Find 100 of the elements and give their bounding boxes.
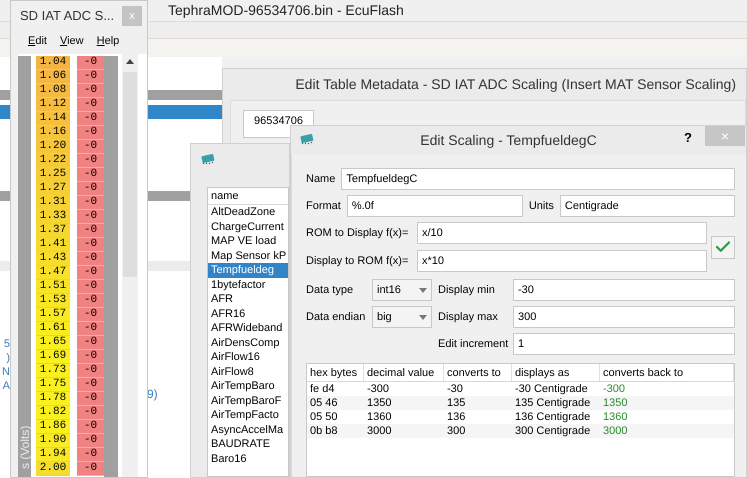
table-cell: -0: [77, 280, 104, 294]
table-cell: -0: [77, 420, 104, 434]
field-label: Name: [306, 172, 336, 187]
name-field[interactable]: TempfueldegC: [341, 168, 735, 190]
list-item[interactable]: AltDeadZone: [208, 205, 288, 220]
list-item[interactable]: AirDensComp: [208, 336, 288, 350]
table-cell-text: 135: [446, 396, 466, 410]
menu-item[interactable]: View: [60, 32, 84, 50]
axis-cell: 1.14: [36, 112, 70, 126]
dropdown[interactable]: big: [372, 306, 432, 328]
table-cell-text: 300: [446, 424, 466, 438]
table-cell: -0: [77, 392, 104, 406]
axis-cell: 1.78: [36, 392, 70, 406]
dropdown[interactable]: int16: [372, 279, 432, 301]
help-button[interactable]: ?: [684, 128, 692, 148]
table-cell-text: 1350: [366, 396, 392, 410]
table-cell-text: 05 50: [309, 410, 339, 424]
link-text: A: [2, 379, 10, 393]
table-cell: -0: [77, 210, 104, 224]
axis-cell: 1.06: [36, 70, 70, 84]
column-header: hex bytes: [307, 364, 364, 381]
field-label: Display min: [438, 282, 496, 298]
window-title: Edit Table Metadata - SD IAT ADC Scaling (Insert MAT Sensor Scaling): [295, 75, 736, 94]
format-field[interactable]: %.0f: [346, 195, 523, 217]
table-cell: -0: [77, 364, 104, 378]
table-cell: -0: [77, 252, 104, 266]
list-item[interactable]: AirTempBaroF: [208, 394, 288, 408]
axis-cell: 1.27: [36, 182, 70, 196]
formula-field[interactable]: x/10: [417, 222, 707, 244]
table-cell-text: 136 Centigrade: [514, 410, 592, 424]
chip-icon: [299, 133, 315, 145]
column-header: displays as: [512, 364, 600, 381]
field-label: Format: [306, 198, 341, 214]
window-title: TephraMOD-96534706.bin - EcuFlash: [168, 0, 404, 20]
table-cell: -0: [77, 266, 104, 280]
table-cell-text: 1360: [602, 410, 628, 424]
table-cell: -0: [77, 238, 104, 252]
list-item[interactable]: Map Sensor kP: [208, 248, 288, 263]
scroll-thumb[interactable]: [123, 72, 137, 277]
list-item[interactable]: 1bytefactor: [208, 278, 288, 292]
formula-field[interactable]: x*10: [417, 250, 707, 272]
list-item[interactable]: AirFlow8: [208, 364, 288, 379]
table-cell: -0: [77, 126, 104, 140]
table-cell-text: 3000: [366, 424, 392, 438]
axis-cell: 1.90: [36, 434, 70, 448]
table-cell: -0: [77, 98, 104, 112]
dialog-title: Edit Scaling - TempfueldegC: [420, 130, 597, 150]
table-cell: -0: [77, 70, 104, 84]
display-max-field[interactable]: 300: [513, 306, 735, 328]
column-header: converts to: [444, 364, 512, 381]
table-cell-text: -300: [366, 382, 390, 396]
table-cell-text: -300: [602, 382, 626, 396]
table-cell: -0: [77, 112, 104, 126]
list-item[interactable]: MAP VE load: [208, 234, 288, 248]
table-cell-text: 136: [446, 410, 466, 424]
units-field[interactable]: Centigrade: [560, 195, 735, 217]
table-cell: -0: [77, 224, 104, 238]
axis-cell: 1.08: [36, 84, 70, 98]
menu-item[interactable]: Help: [96, 32, 120, 50]
list-item[interactable]: AsyncAccelMa: [208, 422, 288, 437]
list-item[interactable]: AFRWideband: [208, 321, 288, 336]
increment-field[interactable]: 1: [513, 333, 735, 355]
list-item[interactable]: AirFlow16: [208, 350, 288, 364]
table-cell: -0: [77, 322, 104, 336]
axis-cell: 1.41: [36, 238, 70, 252]
link-text: 5: [4, 337, 10, 351]
axis-cell: 1.47: [36, 266, 70, 280]
table-cell: -0: [77, 336, 104, 350]
table-cell: -0: [77, 56, 104, 70]
list-item[interactable]: AFR16: [208, 306, 288, 321]
chip-icon: [200, 153, 216, 165]
table-cell: -0: [77, 448, 104, 462]
column-header: name: [208, 188, 288, 205]
caret-icon: [419, 314, 427, 320]
table-cell-text: -30 Centigrade: [514, 382, 589, 396]
window-title: SD IAT ADC S...: [20, 7, 114, 26]
list-item[interactable]: AirTempFacto: [208, 408, 288, 422]
table-cell-text: 05 46: [309, 396, 339, 410]
axis-cell: 1.37: [36, 224, 70, 238]
list-item[interactable]: Baro16: [208, 452, 288, 466]
axis-cell: 1.33: [36, 210, 70, 224]
field-label: Units: [528, 198, 554, 214]
table-cell-text: 1350: [602, 396, 628, 410]
axis-cell: 1.43: [36, 252, 70, 266]
list-item[interactable]: AirTempBaro: [208, 379, 288, 394]
list-item[interactable]: BAUDRATE: [208, 437, 288, 452]
axis-cell: 2.00: [36, 462, 70, 476]
axis-cell: 1.04: [36, 56, 70, 70]
validate-button[interactable]: [711, 236, 735, 258]
list-item[interactable]: AFR: [208, 292, 288, 306]
table-cell: -0: [77, 140, 104, 154]
list-item[interactable]: Tempfueldeg: [208, 263, 288, 278]
menu-item[interactable]: Edit: [28, 32, 47, 50]
scrollbar[interactable]: [122, 54, 138, 477]
table-cell: -0: [77, 196, 104, 210]
column-header: converts back to: [600, 364, 734, 381]
axis-cell: 1.69: [36, 350, 70, 364]
list-item[interactable]: ChargeCurrent: [208, 220, 288, 234]
field-label: Data type: [306, 282, 354, 298]
display-min-field[interactable]: -30: [513, 279, 735, 301]
